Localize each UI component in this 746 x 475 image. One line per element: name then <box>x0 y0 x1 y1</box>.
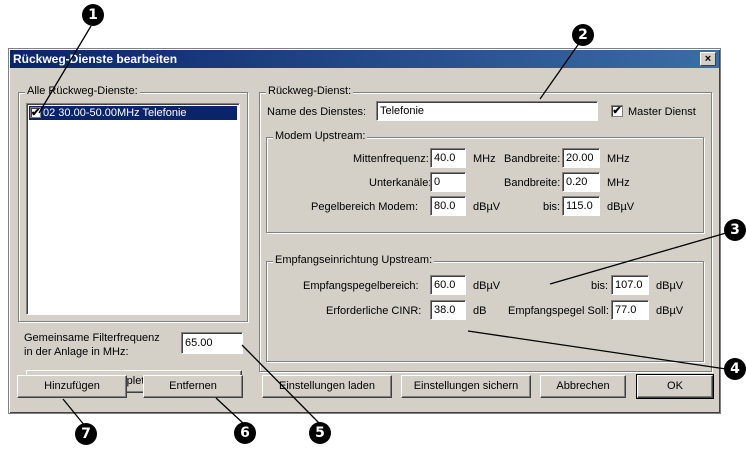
callout-5: 5 <box>309 422 331 444</box>
callout-line-4 <box>467 330 727 370</box>
callout-1: 1 <box>82 4 104 26</box>
callout-line-3 <box>549 232 727 285</box>
callout-line-5 <box>241 344 321 425</box>
callout-2: 2 <box>572 24 594 46</box>
callout-3: 3 <box>724 219 746 241</box>
callout-line-7 <box>62 398 86 427</box>
callout-4: 4 <box>724 358 746 380</box>
callout-7: 7 <box>75 423 97 445</box>
callout-6: 6 <box>234 422 256 444</box>
callout-lines <box>38 25 727 427</box>
callout-line-6 <box>215 397 245 425</box>
callout-line-1 <box>38 25 92 114</box>
callout-line-2 <box>539 41 581 100</box>
